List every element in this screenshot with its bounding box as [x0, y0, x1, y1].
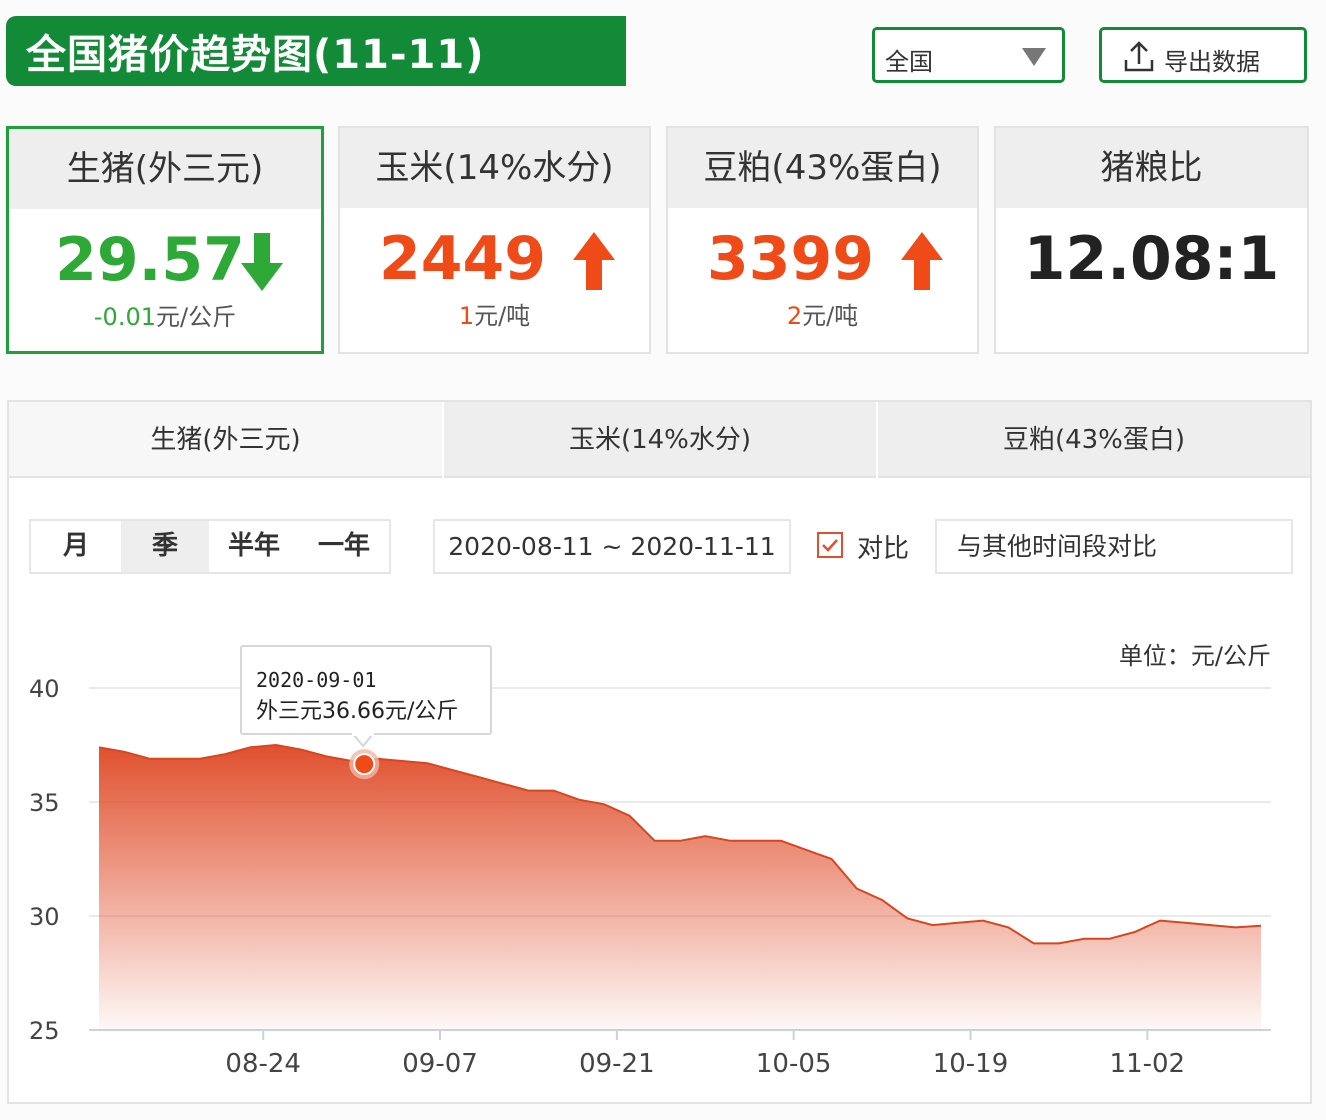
- card-delta-number: -0.01: [93, 303, 156, 331]
- up-arrow-icon: [901, 232, 943, 290]
- x-tick-label: 09-21: [579, 1049, 655, 1079]
- dropdown-triangle-icon: [1022, 48, 1046, 66]
- card-delta: -0.01元/公斤: [9, 297, 321, 332]
- highlight-point[interactable]: [353, 753, 376, 776]
- card-delta-number: 1: [458, 302, 475, 330]
- card-delta-unit: 元/吨: [802, 302, 859, 330]
- region-select[interactable]: 全国: [872, 27, 1065, 83]
- tooltip-text: 外三元36.66元/公斤: [256, 699, 458, 724]
- card-title: 生猪(外三元): [9, 129, 321, 209]
- page-title: 全国猪价趋势图(11-11): [26, 32, 485, 78]
- y-tick-label: 25: [29, 1017, 60, 1045]
- card-title: 玉米(14%水分): [340, 128, 649, 208]
- card-soymeal-price[interactable]: 豆粕(43%蛋白) 3399 2元/吨: [666, 126, 979, 354]
- card-title: 豆粕(43%蛋白): [668, 128, 977, 208]
- x-tick-label: 10-19: [933, 1049, 1009, 1079]
- card-delta: 2元/吨: [668, 296, 977, 331]
- x-tick-label: 10-05: [756, 1049, 832, 1079]
- y-tick-label: 30: [29, 903, 60, 931]
- price-area-chart: 08-24 09-07 09-21 10-05 10-19 11-02 25303540 …: [29, 642, 1271, 1079]
- unit-label: 单位：元/公斤: [1119, 642, 1271, 670]
- region-select-value: 全国: [885, 48, 933, 76]
- chart-tooltip: 2020-09-01 外三元36.66元/公斤: [240, 645, 492, 748]
- card-delta-unit: 元/吨: [474, 302, 531, 330]
- price-area: [99, 745, 1261, 1030]
- chart-panel: 生猪(外三元) 玉米(14%水分) 豆粕(43%蛋白) 月 季 半年 一年 20…: [7, 400, 1312, 1104]
- card-delta: 1元/吨: [340, 296, 649, 331]
- card-title: 猪粮比: [996, 128, 1307, 208]
- card-delta-number: 2: [786, 302, 803, 330]
- export-data-label: 导出数据: [1164, 48, 1260, 76]
- x-tick-label: 08-24: [225, 1049, 301, 1079]
- card-hog-grain-ratio[interactable]: 猪粮比 12.08:1: [994, 126, 1309, 354]
- card-delta-unit: 元/公斤: [156, 303, 237, 331]
- card-value: 12.08:1: [1023, 224, 1280, 294]
- tooltip-date: 2020-09-01: [256, 668, 376, 692]
- x-tick-label: 11-02: [1110, 1049, 1186, 1079]
- title-banner: 全国猪价趋势图(11-11): [6, 16, 626, 86]
- x-tick-label: 09-07: [402, 1049, 478, 1079]
- export-data-button[interactable]: 导出数据: [1099, 27, 1307, 83]
- y-tick-label: 40: [29, 675, 60, 703]
- y-tick-label: 35: [29, 789, 60, 817]
- upload-icon: [1124, 41, 1154, 72]
